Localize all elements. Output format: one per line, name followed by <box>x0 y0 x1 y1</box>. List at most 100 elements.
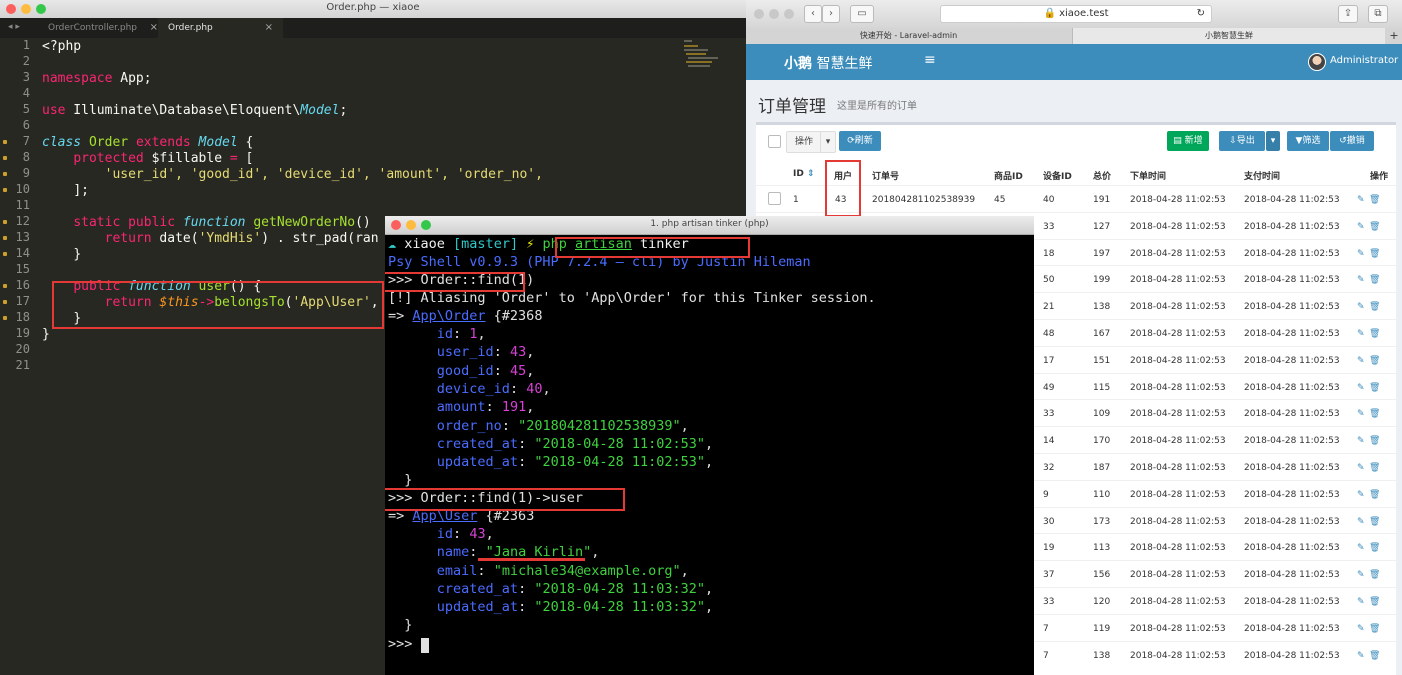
zoom-window-button[interactable] <box>784 9 794 19</box>
field-key: order_no <box>436 417 502 434</box>
new-tab-button[interactable]: + <box>1386 28 1402 44</box>
app-logo[interactable]: 小鹅 智慧生鲜 <box>784 53 872 73</box>
edit-icon[interactable]: ✎ <box>1357 624 1365 634</box>
edit-icon[interactable]: ✎ <box>1357 570 1365 580</box>
menu-toggle-icon[interactable]: ≡ <box>924 52 936 68</box>
tabs-overview-icon[interactable]: ⧉ <box>1368 5 1388 23</box>
cell-paid: 2018-04-28 11:02:53 <box>1244 463 1340 473</box>
tab-xiaoe[interactable]: 小鹅智慧生鲜 <box>1072 28 1385 44</box>
tab-order[interactable]: Order.php × <box>158 18 283 38</box>
modified-line-marker <box>3 236 7 240</box>
delete-icon[interactable]: 🗑 <box>1369 249 1380 259</box>
field-value: "2018-04-28 11:03:32" <box>534 580 706 597</box>
delete-icon[interactable]: 🗑 <box>1369 543 1380 553</box>
highlight-box-user-method <box>52 281 384 329</box>
tinker-prompt: >>> <box>388 636 421 652</box>
edit-icon[interactable]: ✎ <box>1357 517 1365 527</box>
cell-device: 49 <box>1043 382 1055 393</box>
user-name[interactable]: Administrator <box>1330 55 1398 66</box>
cell-amount: 156 <box>1093 570 1111 581</box>
minimap[interactable] <box>684 40 724 74</box>
filter-button[interactable]: ▼筛选 <box>1287 131 1329 151</box>
cell-amount: 197 <box>1093 248 1111 259</box>
delete-icon[interactable]: 🗑 <box>1369 597 1380 607</box>
result-order-header: => App\Order {#2368 <box>388 308 543 324</box>
edit-icon[interactable]: ✎ <box>1357 329 1365 339</box>
highlight-box-find-user <box>385 488 625 511</box>
tab-nav-arrows-icon[interactable]: ◂ ▸ <box>8 22 20 32</box>
cell-amount: 120 <box>1093 597 1111 607</box>
undo-button[interactable]: ↺撤销 <box>1330 131 1374 151</box>
tab-ordercontroller[interactable]: OrderController.php × <box>36 18 168 38</box>
edit-icon[interactable]: ✎ <box>1357 409 1365 419</box>
close-icon[interactable]: × <box>265 18 273 38</box>
back-icon[interactable]: ‹ <box>804 5 822 23</box>
delete-icon[interactable]: 🗑 <box>1369 302 1380 312</box>
cell-amount: 173 <box>1093 516 1111 527</box>
export-button[interactable]: ⇩导出 <box>1219 131 1265 151</box>
delete-icon[interactable]: 🗑 <box>1369 329 1380 339</box>
delete-icon[interactable]: 🗑 <box>1369 517 1380 527</box>
edit-icon[interactable]: ✎ <box>1357 597 1365 607</box>
edit-icon[interactable]: ✎ <box>1357 490 1365 500</box>
edit-icon[interactable]: ✎ <box>1357 249 1365 259</box>
close-window-button[interactable] <box>754 9 764 19</box>
field-line: amount: 191, <box>436 399 535 416</box>
browser-tab-bar: 快速开始 - Laravel-admin 小鹅智慧生鲜 + <box>746 28 1402 45</box>
reload-icon[interactable]: ↻ <box>1197 6 1205 22</box>
close-icon[interactable]: × <box>150 18 158 38</box>
minimize-window-button[interactable] <box>769 9 779 19</box>
new-button[interactable]: ▤ 新增 <box>1167 131 1209 151</box>
actions-dropdown[interactable]: 操作 <box>786 131 822 153</box>
cell-created: 2018-04-28 11:02:53 <box>1130 650 1226 661</box>
delete-icon[interactable]: 🗑 <box>1369 463 1380 473</box>
cell-device: 30 <box>1043 516 1055 527</box>
delete-icon[interactable]: 🗑 <box>1369 195 1380 205</box>
select-all-checkbox[interactable] <box>768 135 781 148</box>
cell-device: 33 <box>1043 221 1055 232</box>
edit-icon[interactable]: ✎ <box>1357 302 1365 312</box>
field-line: id: 43, <box>436 526 494 542</box>
edit-icon[interactable]: ✎ <box>1357 436 1365 446</box>
field-key: updated_at <box>436 599 519 616</box>
edit-icon[interactable]: ✎ <box>1357 383 1365 393</box>
row-checkbox[interactable] <box>768 192 781 205</box>
share-icon[interactable]: ⇪ <box>1338 5 1358 23</box>
edit-icon[interactable]: ✎ <box>1357 651 1365 661</box>
sort-icon[interactable]: ⇕ <box>807 169 815 179</box>
delete-icon[interactable]: 🗑 <box>1369 651 1380 661</box>
highlight-box-command <box>555 237 750 258</box>
avatar[interactable] <box>1308 53 1326 71</box>
delete-icon[interactable]: 🗑 <box>1369 436 1380 446</box>
edit-icon[interactable]: ✎ <box>1357 463 1365 473</box>
cell-amount: 110 <box>1093 489 1111 500</box>
forward-icon[interactable]: › <box>822 5 840 23</box>
tab-laravel-admin[interactable]: 快速开始 - Laravel-admin <box>746 28 1071 44</box>
cell-amount: 109 <box>1093 409 1111 420</box>
delete-icon[interactable]: 🗑 <box>1369 624 1380 634</box>
chevron-down-icon[interactable]: ▾ <box>820 131 836 153</box>
edit-icon[interactable]: ✎ <box>1357 543 1365 553</box>
cell-device: 50 <box>1043 275 1055 286</box>
delete-icon[interactable]: 🗑 <box>1369 490 1380 500</box>
delete-icon[interactable]: 🗑 <box>1369 383 1380 393</box>
delete-icon[interactable]: 🗑 <box>1369 222 1380 232</box>
address-bar[interactable]: 🔒 xiaoe.test ↻ <box>940 5 1212 23</box>
sidebar-icon[interactable]: ▭ <box>850 5 874 23</box>
delete-icon[interactable]: 🗑 <box>1369 356 1380 366</box>
edit-icon[interactable]: ✎ <box>1357 222 1365 232</box>
delete-icon[interactable]: 🗑 <box>1369 570 1380 580</box>
edit-icon[interactable]: ✎ <box>1357 275 1365 285</box>
edit-icon[interactable]: ✎ <box>1357 195 1365 205</box>
refresh-button[interactable]: ⟳刷新 <box>839 131 881 151</box>
modified-line-marker <box>3 316 7 320</box>
modified-line-marker <box>3 252 7 256</box>
field-key: good_id <box>436 362 494 379</box>
cell-created: 2018-04-28 11:02:53 <box>1130 570 1226 581</box>
edit-icon[interactable]: ✎ <box>1357 356 1365 366</box>
delete-icon[interactable]: 🗑 <box>1369 409 1380 419</box>
column-header-id[interactable]: ID ⇕ <box>793 169 815 179</box>
terminal-window[interactable]: 1. php artisan tinker (php) ☁ xiaoe [mas… <box>385 216 1034 675</box>
chevron-down-icon[interactable]: ▾ <box>1266 131 1280 151</box>
delete-icon[interactable]: 🗑 <box>1369 275 1380 285</box>
